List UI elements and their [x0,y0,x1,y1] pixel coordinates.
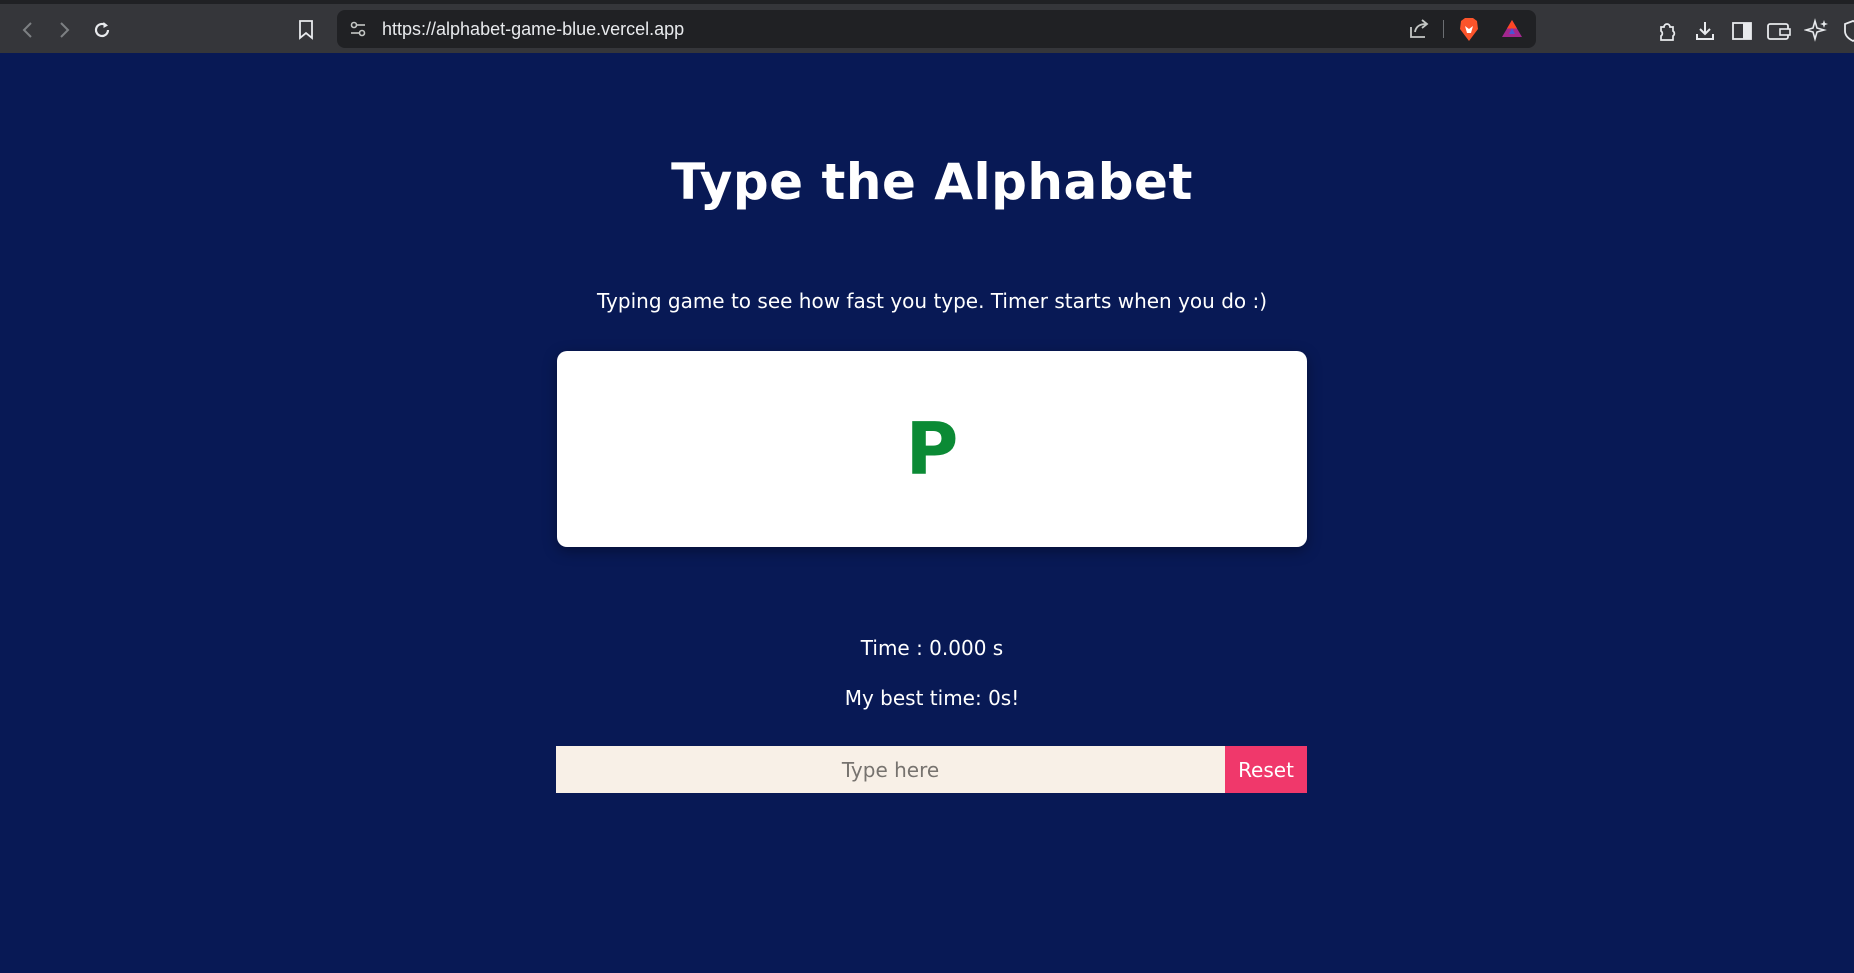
url-text[interactable]: https://alphabet-game-blue.vercel.app [382,19,684,40]
reload-icon[interactable] [86,14,118,46]
current-letter: P [905,407,959,491]
best-time-display: My best time: 0s! [844,686,1020,710]
extensions-icon[interactable] [1652,16,1682,46]
reset-button[interactable]: Reset [1225,746,1307,793]
address-bar[interactable]: https://alphabet-game-blue.vercel.app [337,10,1536,48]
timer-display: Time : 0.000 s [860,636,1004,660]
letter-card: P [557,351,1307,547]
share-icon[interactable] [1407,17,1431,45]
brave-rewards-icon[interactable] [1500,17,1524,45]
page-content: Type the Alphabet Typing game to see how… [0,53,1854,973]
wallet-icon[interactable] [1764,16,1794,46]
page-title: Type the Alphabet [671,153,1193,211]
typing-input[interactable] [556,746,1225,793]
leo-ai-icon[interactable] [1802,16,1832,46]
downloads-icon[interactable] [1690,16,1720,46]
brave-shields-icon[interactable] [1457,17,1481,47]
address-divider [1443,20,1444,38]
browser-toolbar: https://alphabet-game-blue.vercel.app [0,0,1854,53]
page-subtitle: Typing game to see how fast you type. Ti… [596,289,1268,313]
bookmark-icon[interactable] [290,14,322,46]
vpn-icon[interactable] [1838,16,1854,46]
sidebar-icon[interactable] [1727,16,1757,46]
forward-icon[interactable] [48,14,80,46]
back-icon[interactable] [12,14,44,46]
site-settings-icon[interactable] [347,18,369,44]
